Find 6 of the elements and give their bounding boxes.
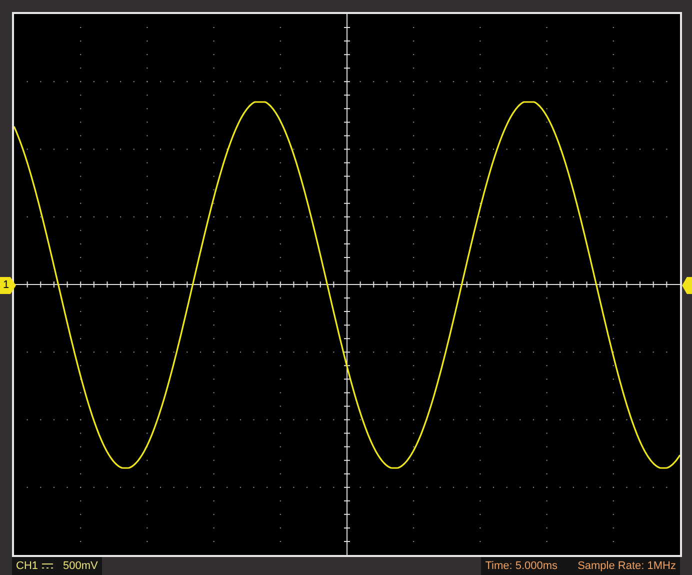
channel-marker[interactable] (682, 277, 692, 294)
volts-per-division: 500mV (63, 560, 98, 572)
dc-coupling-icon (42, 563, 54, 569)
channel-label: CH1 (16, 560, 38, 572)
sample-rate: Sample Rate: 1MHz (578, 560, 676, 572)
time-base: Time: 5.000ms (485, 560, 558, 572)
